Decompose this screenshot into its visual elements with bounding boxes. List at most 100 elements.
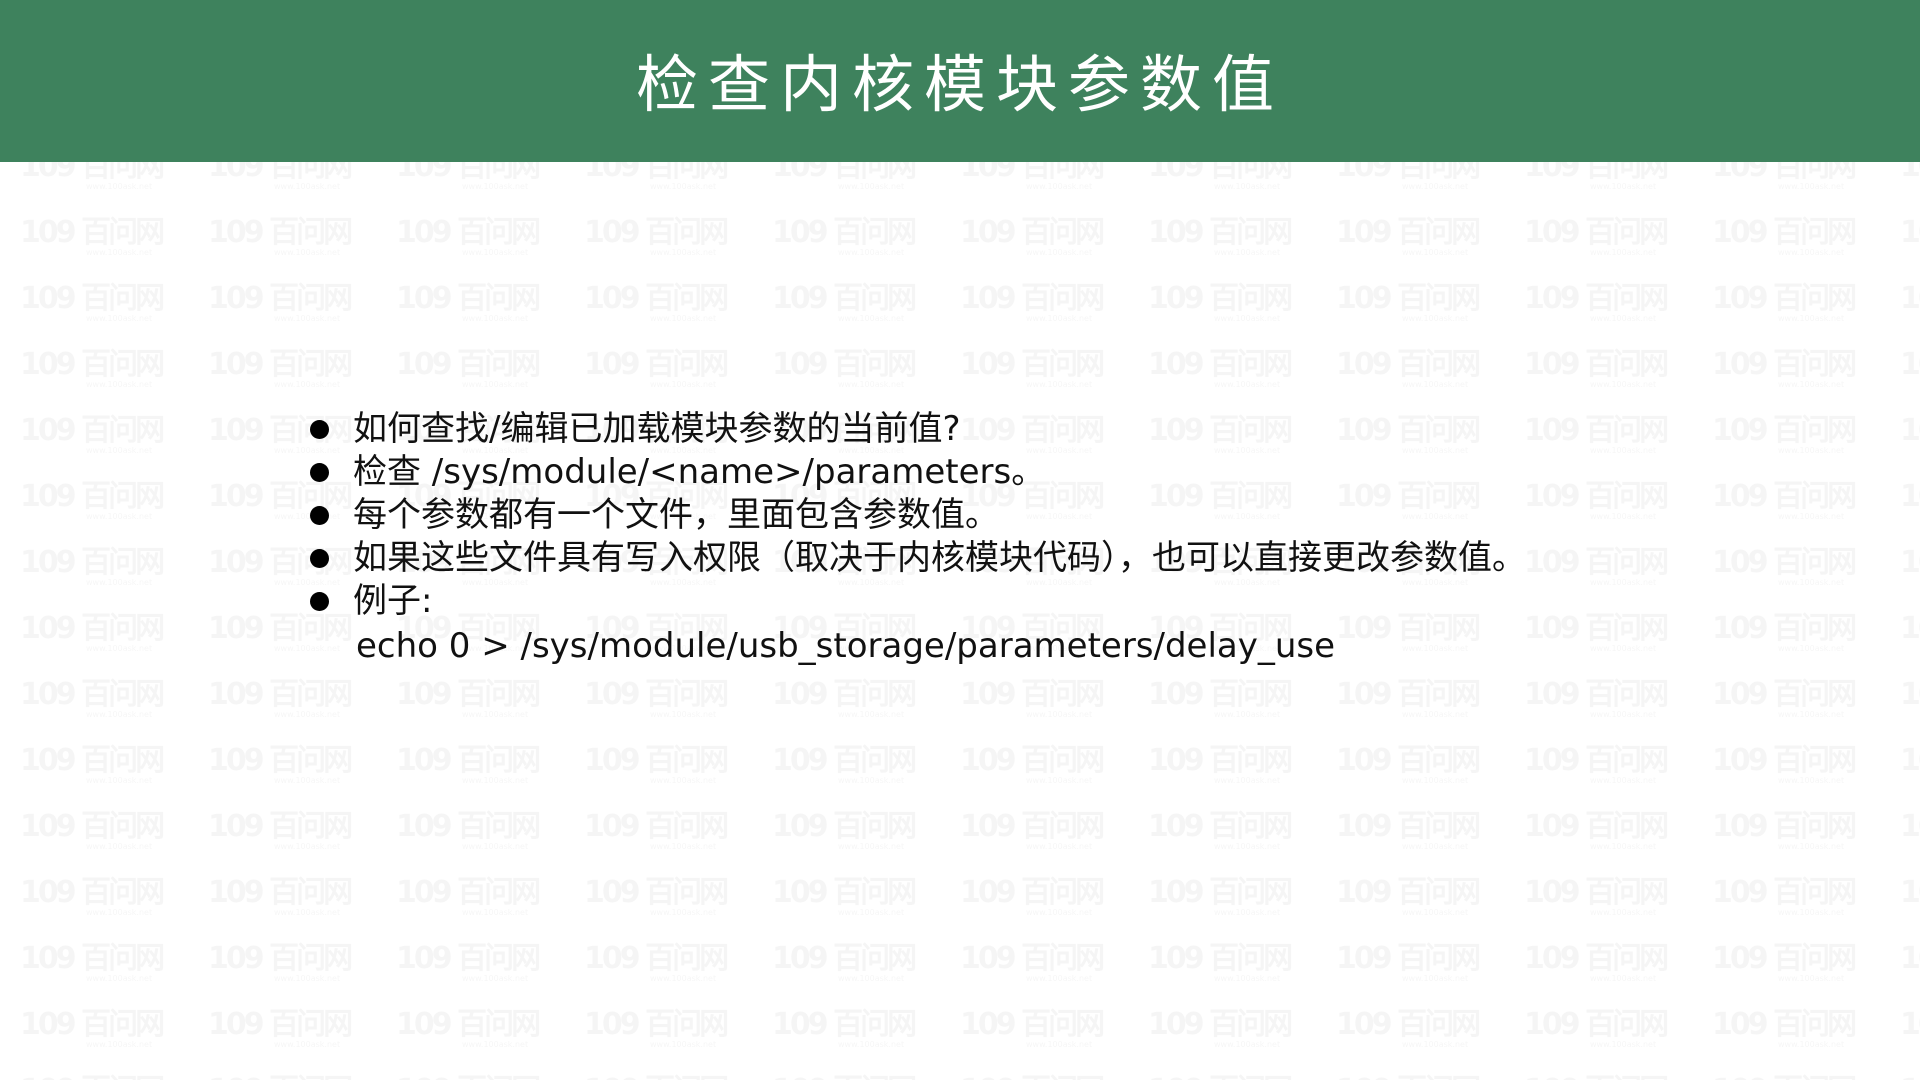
watermark-logo: 109 百问网www.100ask.net [772, 216, 922, 266]
watermark-logo: 109 百问网www.100ask.net [1900, 678, 1920, 728]
watermark-logo: 109 百问网www.100ask.net [1336, 678, 1486, 728]
watermark-logo: 109 百问网www.100ask.net [20, 414, 170, 464]
watermark-logo: 109 百问网www.100ask.net [20, 1074, 170, 1080]
bullet-text: 检查 /sys/module/<name>/parameters。 [353, 452, 1046, 492]
watermark-logo: 109 百问网www.100ask.net [396, 810, 546, 860]
watermark-logo: 109 百问网www.100ask.net [772, 876, 922, 926]
watermark-logo: 109 百问网www.100ask.net [1900, 414, 1920, 464]
watermark-logo: 109 百问网www.100ask.net [20, 678, 170, 728]
watermark-logo: 109 百问网www.100ask.net [1148, 282, 1298, 332]
title-bar: 检查内核模块参数值 [0, 0, 1920, 162]
watermark-logo: 109 百问网www.100ask.net [1336, 348, 1486, 398]
watermark-logo: 109 百问网www.100ask.net [1524, 678, 1674, 728]
watermark-logo: 109 百问网www.100ask.net [1524, 744, 1674, 794]
watermark-logo: 109 百问网www.100ask.net [772, 1008, 922, 1058]
watermark-logo: 109 百问网www.100ask.net [20, 810, 170, 860]
watermark-logo: 109 百问网www.100ask.net [960, 1074, 1110, 1080]
watermark-logo: 109 百问网www.100ask.net [584, 1008, 734, 1058]
watermark-logo: 109 百问网www.100ask.net [1900, 282, 1920, 332]
watermark-logo: 109 百问网www.100ask.net [1712, 876, 1862, 926]
slide-content: 如何查找/编辑已加载模块参数的当前值? 检查 /sys/module/<name… [308, 408, 1708, 668]
watermark-logo: 109 百问网www.100ask.net [396, 1008, 546, 1058]
watermark-logo: 109 百问网www.100ask.net [1900, 744, 1920, 794]
watermark-logo: 109 百问网www.100ask.net [1524, 216, 1674, 266]
watermark-logo: 109 百问网www.100ask.net [208, 1008, 358, 1058]
watermark-logo: 109 百问网www.100ask.net [584, 678, 734, 728]
watermark-logo: 109 百问网www.100ask.net [1712, 348, 1862, 398]
watermark-logo: 109 百问网www.100ask.net [1148, 942, 1298, 992]
watermark-logo: 109 百问网www.100ask.net [208, 282, 358, 332]
watermark-logo: 109 百问网www.100ask.net [1148, 810, 1298, 860]
watermark-logo: 109 百问网www.100ask.net [960, 744, 1110, 794]
watermark-logo: 109 百问网www.100ask.net [1712, 216, 1862, 266]
watermark-logo: 109 百问网www.100ask.net [1524, 1008, 1674, 1058]
bullet-item: 例子: [308, 580, 1708, 623]
watermark-logo: 109 百问网www.100ask.net [1712, 942, 1862, 992]
watermark-logo: 109 百问网www.100ask.net [208, 810, 358, 860]
watermark-logo: 109 百问网www.100ask.net [396, 942, 546, 992]
bullet-list: 如何查找/编辑已加载模块参数的当前值? 检查 /sys/module/<name… [308, 408, 1708, 623]
watermark-logo: 109 百问网www.100ask.net [20, 744, 170, 794]
watermark-logo: 109 百问网www.100ask.net [1900, 546, 1920, 596]
watermark-logo: 109 百问网www.100ask.net [20, 612, 170, 662]
watermark-logo: 109 百问网www.100ask.net [584, 348, 734, 398]
watermark-logo: 109 百问网www.100ask.net [20, 348, 170, 398]
watermark-logo: 109 百问网www.100ask.net [960, 876, 1110, 926]
watermark-logo: 109 百问网www.100ask.net [1148, 876, 1298, 926]
watermark-logo: 109 百问网www.100ask.net [1712, 810, 1862, 860]
watermark-logo: 109 百问网www.100ask.net [1712, 546, 1862, 596]
watermark-logo: 109 百问网www.100ask.net [960, 810, 1110, 860]
watermark-logo: 109 百问网www.100ask.net [20, 216, 170, 266]
watermark-logo: 109 百问网www.100ask.net [208, 876, 358, 926]
watermark-logo: 109 百问网www.100ask.net [1712, 414, 1862, 464]
watermark-logo: 109 百问网www.100ask.net [772, 810, 922, 860]
watermark-logo: 109 百问网www.100ask.net [20, 876, 170, 926]
watermark-logo: 109 百问网www.100ask.net [1712, 1074, 1862, 1080]
bullet-item: 每个参数都有一个文件，里面包含参数值。 [308, 494, 1708, 537]
bullet-text: 每个参数都有一个文件，里面包含参数值。 [353, 495, 999, 535]
watermark-logo: 109 百问网www.100ask.net [1336, 216, 1486, 266]
watermark-logo: 109 百问网www.100ask.net [1148, 348, 1298, 398]
watermark-logo: 109 百问网www.100ask.net [20, 546, 170, 596]
watermark-logo: 109 百问网www.100ask.net [1148, 1074, 1298, 1080]
example-command: echo 0 > /sys/module/usb_storage/paramet… [356, 626, 1336, 666]
watermark-logo: 109 百问网www.100ask.net [20, 480, 170, 530]
watermark-logo: 109 百问网www.100ask.net [208, 348, 358, 398]
watermark-logo: 109 百问网www.100ask.net [584, 216, 734, 266]
watermark-logo: 109 百问网www.100ask.net [1900, 348, 1920, 398]
bullet-text: 例子: [353, 581, 433, 621]
watermark-logo: 109 百问网www.100ask.net [772, 1074, 922, 1080]
watermark-logo: 109 百问网www.100ask.net [1712, 612, 1862, 662]
watermark-logo: 109 百问网www.100ask.net [1712, 282, 1862, 332]
watermark-logo: 109 百问网www.100ask.net [208, 1074, 358, 1080]
watermark-logo: 109 百问网www.100ask.net [772, 348, 922, 398]
watermark-logo: 109 百问网www.100ask.net [960, 1008, 1110, 1058]
watermark-logo: 109 百问网www.100ask.net [1524, 942, 1674, 992]
watermark-logo: 109 百问网www.100ask.net [772, 282, 922, 332]
watermark-logo: 109 百问网www.100ask.net [1148, 216, 1298, 266]
watermark-logo: 109 百问网www.100ask.net [584, 744, 734, 794]
watermark-logo: 109 百问网www.100ask.net [396, 348, 546, 398]
watermark-logo: 109 百问网www.100ask.net [960, 348, 1110, 398]
watermark-logo: 109 百问网www.100ask.net [208, 216, 358, 266]
watermark-logo: 109 百问网www.100ask.net [1900, 612, 1920, 662]
watermark-logo: 109 百问网www.100ask.net [20, 942, 170, 992]
watermark-logo: 109 百问网www.100ask.net [1524, 876, 1674, 926]
watermark-logo: 109 百问网www.100ask.net [1712, 678, 1862, 728]
watermark-logo: 109 百问网www.100ask.net [396, 876, 546, 926]
watermark-logo: 109 百问网www.100ask.net [396, 744, 546, 794]
watermark-logo: 109 百问网www.100ask.net [1900, 216, 1920, 266]
watermark-logo: 109 百问网www.100ask.net [1148, 744, 1298, 794]
watermark-logo: 109 百问网www.100ask.net [396, 216, 546, 266]
watermark-logo: 109 百问网www.100ask.net [1148, 678, 1298, 728]
watermark-logo: 109 百问网www.100ask.net [20, 1008, 170, 1058]
watermark-logo: 109 百问网www.100ask.net [1336, 1074, 1486, 1080]
watermark-logo: 109 百问网www.100ask.net [960, 942, 1110, 992]
watermark-logo: 109 百问网www.100ask.net [396, 1074, 546, 1080]
slide-title: 检查内核模块参数值 [635, 48, 1284, 121]
watermark-logo: 109 百问网www.100ask.net [1524, 348, 1674, 398]
watermark-logo: 109 百问网www.100ask.net [1336, 942, 1486, 992]
watermark-logo: 109 百问网www.100ask.net [1336, 876, 1486, 926]
watermark-logo: 109 百问网www.100ask.net [772, 678, 922, 728]
watermark-logo: 109 百问网www.100ask.net [584, 1074, 734, 1080]
